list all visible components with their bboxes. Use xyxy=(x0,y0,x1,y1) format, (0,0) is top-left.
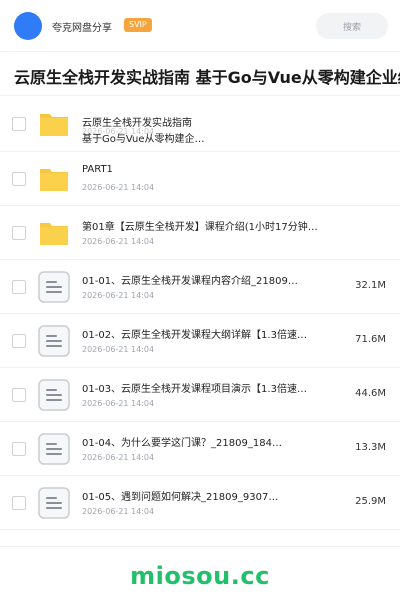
list-item[interactable]: PART1 2026-06-21 14:04 xyxy=(0,152,400,206)
file-name: PART1 xyxy=(82,164,113,175)
avatar[interactable] xyxy=(14,12,42,40)
file-date: 2026-06-21 14:04 xyxy=(82,507,155,516)
file-date: 2026-06-21 14:04 xyxy=(82,291,155,300)
file-date: 2026-06-21 14:04 xyxy=(82,183,155,192)
file-date: 2026-06-21 14:04 xyxy=(82,345,155,354)
list-item[interactable]: 01-01、云原生全栈开发课程内容介绍_21809… 2026-06-21 14… xyxy=(0,260,400,314)
search-placeholder: 搜索 xyxy=(342,22,361,33)
file-size: 25.9M xyxy=(355,496,386,507)
list-item[interactable]: 01-03、云原生全栈开发课程项目演示【1.3倍速… 2026-06-21 14… xyxy=(0,368,400,422)
list-item[interactable]: 云原生全栈开发实战指南 2026-06-21 14:04 基于Go与Vue从零构… xyxy=(0,96,400,152)
file-name: 01-05、遇到问题如何解决_21809_9307… xyxy=(82,492,279,503)
select-checkbox[interactable] xyxy=(12,334,26,348)
file-size: 32.1M xyxy=(355,280,386,291)
document-icon xyxy=(38,487,70,519)
list-item[interactable]: 01-05、遇到问题如何解决_21809_9307… 2026-06-21 14… xyxy=(0,476,400,530)
select-checkbox[interactable] xyxy=(12,117,26,131)
share-name: 夸克网盘分享 xyxy=(52,23,112,34)
file-date: 2026-06-21 14:04 xyxy=(82,453,155,462)
select-checkbox[interactable] xyxy=(12,172,26,186)
file-size: 13.3M xyxy=(355,442,386,453)
file-name: 01-04、为什么要学这门课？_21809_184… xyxy=(82,438,282,449)
list-item[interactable]: 01-02、云原生全栈开发课程大纲详解【1.3倍速… 2026-06-21 14… xyxy=(0,314,400,368)
watermark: miosou.cc xyxy=(130,562,270,590)
select-checkbox[interactable] xyxy=(12,280,26,294)
document-icon xyxy=(38,325,70,357)
file-size: 71.6M xyxy=(355,334,386,345)
page-title: 云原生全栈开发实战指南 基于Go与Vue从零构建企业级K8s xyxy=(14,68,400,87)
file-name: 01-01、云原生全栈开发课程内容介绍_21809… xyxy=(82,276,298,287)
list-item[interactable]: 第01章【云原生全栈开发】课程介绍(1小时17分钟… 2026-06-21 14… xyxy=(0,206,400,260)
select-checkbox[interactable] xyxy=(12,388,26,402)
file-list: 云原生全栈开发实战指南 2026-06-21 14:04 基于Go与Vue从零构… xyxy=(0,96,400,530)
file-date: 2026-06-21 14:04 xyxy=(82,237,155,246)
file-name-line2: 基于Go与Vue从零构建企… xyxy=(82,134,205,145)
folder-icon xyxy=(40,114,68,136)
select-checkbox[interactable] xyxy=(12,442,26,456)
file-date: 2026-06-21 14:04 xyxy=(82,399,155,408)
svip-badge: SVIP xyxy=(124,18,152,32)
header: 夸克网盘分享 SVIP 搜索 xyxy=(0,0,400,52)
document-icon xyxy=(38,271,70,303)
list-item[interactable]: 01-04、为什么要学这门课？_21809_184… 2026-06-21 14… xyxy=(0,422,400,476)
footer-divider xyxy=(0,546,400,547)
document-icon xyxy=(38,433,70,465)
file-name: 第01章【云原生全栈开发】课程介绍(1小时17分钟… xyxy=(82,222,318,233)
document-icon xyxy=(38,379,70,411)
file-name: 01-03、云原生全栈开发课程项目演示【1.3倍速… xyxy=(82,384,307,395)
folder-icon xyxy=(40,223,68,245)
select-checkbox[interactable] xyxy=(12,496,26,510)
file-size: 44.6M xyxy=(355,388,386,399)
folder-icon xyxy=(40,169,68,191)
file-name: 01-02、云原生全栈开发课程大纲详解【1.3倍速… xyxy=(82,330,307,341)
search-input[interactable]: 搜索 xyxy=(316,13,388,39)
select-checkbox[interactable] xyxy=(12,226,26,240)
